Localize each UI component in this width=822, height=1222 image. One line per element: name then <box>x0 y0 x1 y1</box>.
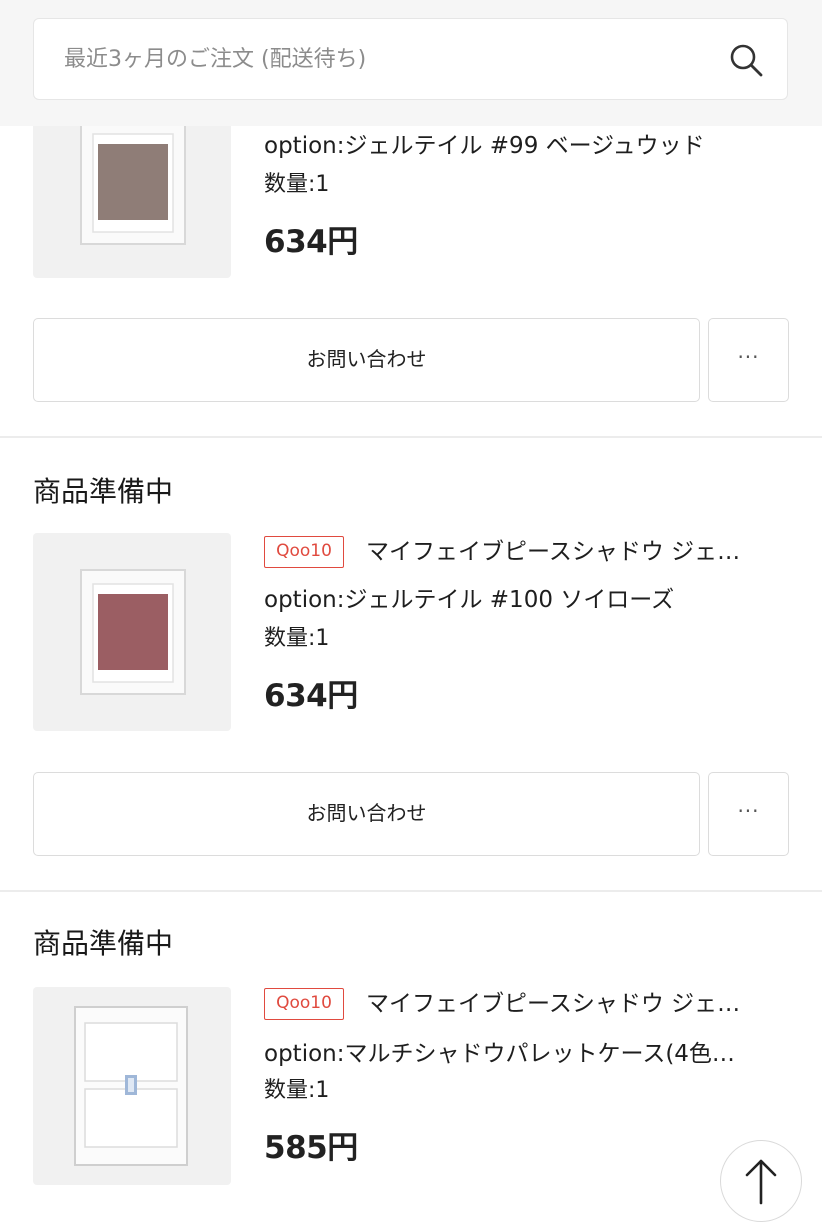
qoo10-badge: Qoo10 <box>264 988 344 1020</box>
option-text: option:マルチシャドウパレットケース(4色… <box>264 1041 735 1067</box>
search-placeholder: 最近3ヶ月のご注文 (配送待ち) <box>64 47 367 72</box>
product-title-row[interactable]: Qoo10 マイフェイブピースシャドウ ジェ… <box>264 988 784 1022</box>
product-title[interactable]: マイフェイブピースシャドウ ジェ… <box>366 536 776 568</box>
order-search-bar[interactable]: 最近3ヶ月のご注文 (配送待ち) <box>33 18 788 100</box>
inquiry-button[interactable]: お問い合わせ <box>33 318 700 402</box>
search-icon[interactable] <box>727 41 765 79</box>
quantity-text: 数量:1 <box>264 172 330 197</box>
qoo10-badge: Qoo10 <box>264 536 344 568</box>
product-image-palette-case[interactable] <box>33 987 231 1185</box>
option-text: option:ジェルテイル #100 ソイローズ <box>264 587 675 613</box>
price-text: 634円 <box>264 224 358 260</box>
product-title-row[interactable]: Qoo10 マイフェイブピースシャドウ ジェ… <box>264 536 784 570</box>
quantity-text: 数量:1 <box>264 1078 330 1103</box>
section-divider <box>0 436 822 438</box>
arrow-up-icon <box>745 1159 777 1205</box>
product-title[interactable]: マイフェイブピースシャドウ ジェ… <box>366 988 776 1020</box>
more-options-button[interactable]: ··· <box>708 318 789 402</box>
section-divider <box>0 890 822 892</box>
more-options-button[interactable]: ··· <box>708 772 789 856</box>
order-status-heading: 商品準備中 <box>33 927 174 960</box>
price-text: 634円 <box>264 678 358 714</box>
inquiry-button[interactable]: お問い合わせ <box>33 772 700 856</box>
quantity-text: 数量:1 <box>264 626 330 651</box>
product-image-rose-shadow[interactable] <box>33 533 231 731</box>
order-status-heading: 商品準備中 <box>33 475 174 508</box>
option-text: option:ジェルテイル #99 ベージュウッド <box>264 133 705 159</box>
scroll-to-top-button[interactable] <box>720 1140 802 1222</box>
price-text: 585円 <box>264 1130 358 1166</box>
